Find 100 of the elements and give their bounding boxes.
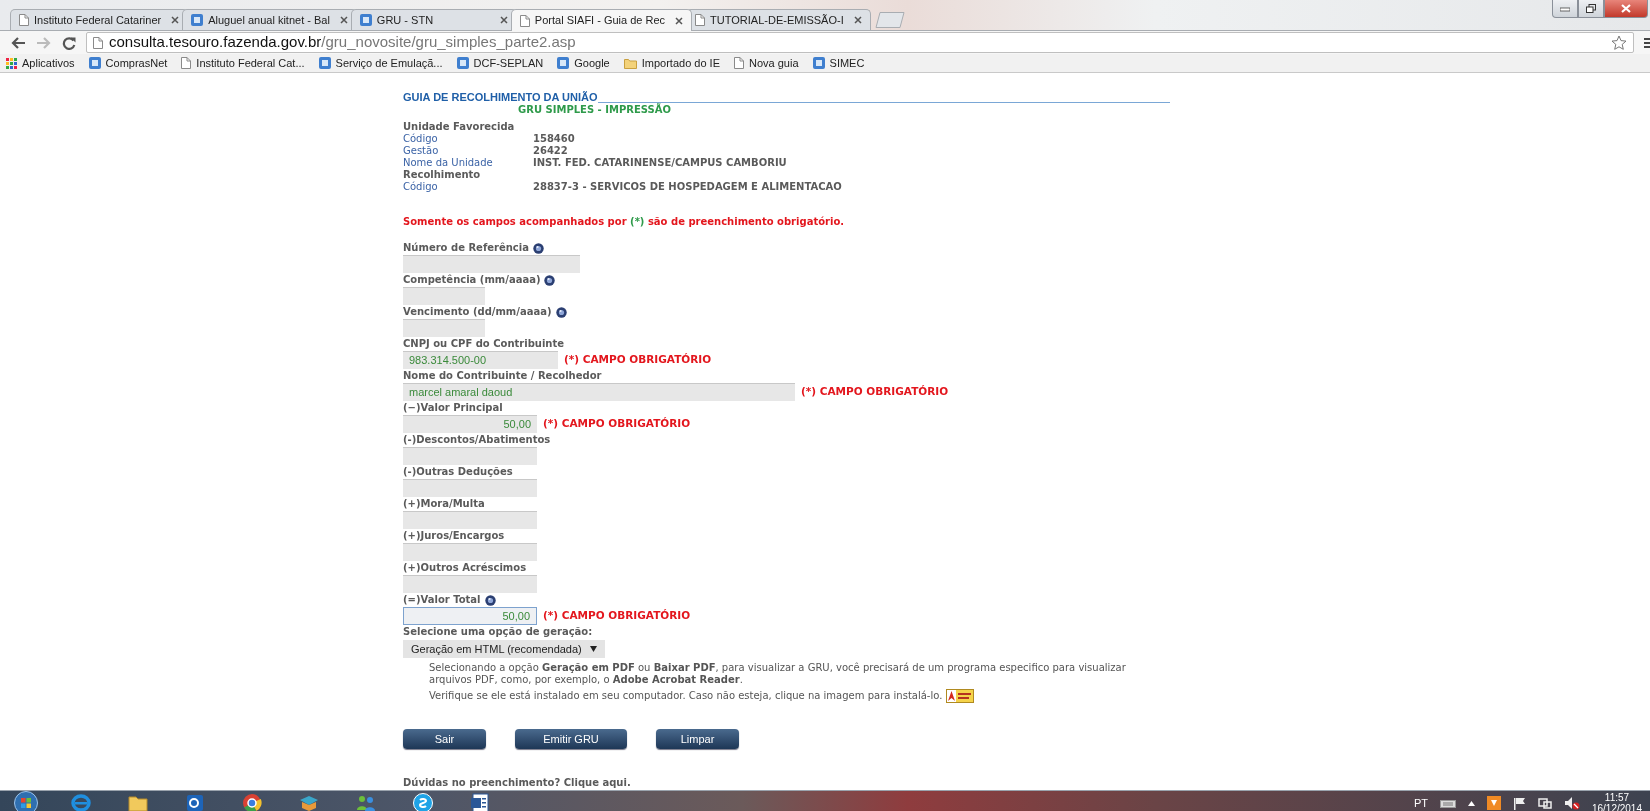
input-field[interactable]: 50,00 [403,607,537,625]
required-note: (*) CAMPO OBRIGATÓRIO [564,352,712,368]
help-icon[interactable] [484,594,496,606]
close-icon[interactable] [171,16,180,24]
browser-tab[interactable]: Portal SIAFI - Guia de Rec [510,9,693,31]
info-value: 26422 [533,145,568,157]
site-icon [318,57,331,69]
close-icon[interactable] [675,16,684,25]
info-label: Código [403,181,439,193]
bookmark[interactable]: Importado do IE [623,54,720,72]
document-icon[interactable] [468,792,491,811]
field-label: Número de Referência [403,241,529,255]
form-button[interactable]: Limpar [656,729,739,749]
input-field[interactable]: 50,00 [403,415,537,433]
info-paragraph: Verifique se ele está instalado em seu computador. Caso não esteja, clique na imagem para instalá-lo. [429,689,943,703]
help-text: Dúvidas no preenchimento? Clique aqui. [403,776,632,790]
app-icon[interactable] [1486,796,1501,810]
maximize-button[interactable] [1578,0,1604,18]
back-icon[interactable] [10,35,26,50]
form-button[interactable]: Sair [403,729,486,749]
input-field[interactable] [403,287,485,305]
bookmark[interactable]: ComprasNet [88,54,168,72]
required-note: (*) CAMPO OBRIGATÓRIO [543,416,691,432]
help-icon[interactable] [555,306,567,318]
input-field[interactable] [403,447,537,465]
input-field[interactable] [403,319,485,337]
close-button[interactable] [1604,0,1648,18]
start-button[interactable] [13,791,39,811]
chat-icon[interactable] [411,792,434,811]
page-icon [695,14,706,26]
field-label: (+)Outros Acréscimos [403,561,527,575]
section-heading: Unidade Favorecida [403,121,515,133]
folder-icon [623,57,637,69]
bookmark[interactable]: Aplicativos [6,54,75,72]
minimize-icon [1560,5,1570,12]
input-field[interactable] [403,255,580,273]
star-icon[interactable] [1611,35,1627,50]
network-icon[interactable] [1537,796,1552,810]
site-icon [359,14,372,26]
input-field[interactable] [403,511,537,529]
info-label: Código [403,133,439,145]
form-button[interactable]: Emitir GRU [515,729,627,749]
info-label: Nome da Unidade [403,157,494,169]
color-wheel-icon[interactable] [240,792,263,811]
keyboard-icon[interactable] [1439,798,1456,808]
field-label: (-)Outras Deduções [403,465,513,479]
field-label: (+)Juros/Encargos [403,529,505,543]
restore-icon [1586,4,1596,13]
tray-arrow-icon[interactable] [1467,800,1475,806]
page-icon [19,14,29,26]
bookmark[interactable]: Nova guia [734,54,799,72]
address-field[interactable]: consulta.tesouro.fazenda.gov.br/gru_novosite/gru_simples_parte2.asp [86,32,1634,53]
bookmark[interactable]: Serviço de Emulaçã... [318,54,443,72]
apps-icon [6,57,17,69]
bookmark[interactable]: Google [557,54,610,72]
input-field[interactable] [403,479,537,497]
flag-icon[interactable] [1512,796,1526,810]
volume-icon[interactable] [1563,796,1580,810]
close-icon[interactable] [339,16,348,24]
select-label: Selecione uma opção de geração: [403,625,594,639]
bookmark[interactable]: SIMEC [812,54,865,72]
required-note: (*) CAMPO OBRIGATÓRIO [801,384,949,400]
info-value: 158460 [533,133,575,145]
info-paragraph: Selecionando a opção Geração em PDF ou Baixar PDF, para visualizar a GRU, você precisará de um programa especifico para visualizar arquivos PDF, como, por exemplo, o Adobe Acrobat Reader. [429,662,1127,686]
language-indicator[interactable]: PT [1413,794,1428,811]
info-value: INST. FED. CATARINENSE/CAMPUS CAMBORIU [533,157,787,169]
required-note: (*) CAMPO OBRIGATÓRIO [543,608,691,624]
page-icon [734,57,744,69]
ring-icon[interactable] [69,792,92,811]
clock-time[interactable]: 11:57 [1591,792,1642,803]
info-label: Gestão [403,145,440,157]
field-label: CNPJ ou CPF do Contribuinte [403,337,565,351]
input-field[interactable]: marcel amaral daoud [403,383,795,401]
info-value: 28837-3 - SERVICOS DE HOSPEDAGEM E ALIMENTACAO [533,181,842,193]
help-icon[interactable] [532,242,544,254]
page-subtitle: GRU SIMPLES - IMPRESSÃO [518,103,672,116]
field-label: (−)Valor Principal [403,401,503,415]
menu-icon[interactable] [1644,36,1650,49]
format-dropdown[interactable]: Geração em HTML (recomendada) [403,640,605,658]
input-field[interactable] [403,575,537,593]
input-field[interactable]: 983.314.500-00 [403,351,558,369]
help-link[interactable]: Clique aqui. [563,777,631,788]
input-field[interactable] [403,543,537,561]
close-icon[interactable] [499,16,508,24]
close-icon [1621,4,1631,13]
close-icon[interactable] [853,16,862,24]
field-label: (=)Valor Total [403,593,481,607]
download-badge-icon[interactable] [946,689,975,703]
field-label: Competência (mm/aaaa) [403,273,541,287]
site-icon [812,57,825,69]
field-label: Nome do Contribuinte / Recolhedor [403,369,602,383]
required-notice: Somente os campos acompanhados por (*) são de preenchimento obrigatório. [403,215,846,229]
bookmark[interactable]: DCF-SEPLAN [456,54,544,72]
bookmark[interactable]: Instituto Federal Cat... [181,54,305,72]
page-icon [181,57,192,69]
site-icon [557,57,570,69]
field-label: Vencimento (dd/mm/aaaa) [403,305,552,319]
field-label: (+)Mora/Multa [403,497,485,511]
help-icon[interactable] [544,274,556,286]
reload-icon[interactable] [62,35,76,50]
